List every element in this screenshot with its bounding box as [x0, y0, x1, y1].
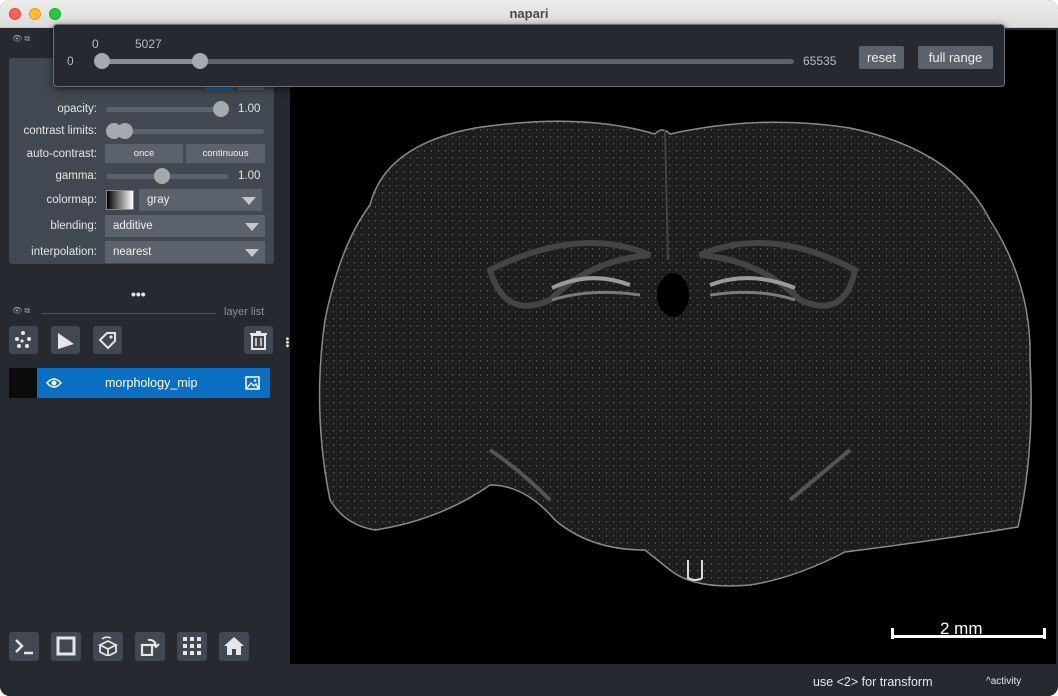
- opacity-slider-handle[interactable]: [213, 101, 229, 117]
- divider: [42, 313, 216, 314]
- range-high-value: 5027: [135, 37, 162, 51]
- points-icon: [15, 331, 31, 348]
- gamma-slider-handle[interactable]: [154, 168, 170, 184]
- image-canvas[interactable]: 2 mm: [290, 30, 1056, 664]
- opacity-label: opacity:: [57, 103, 97, 115]
- new-labels-layer-button[interactable]: [93, 326, 122, 354]
- layer-thumbnail: [9, 368, 37, 398]
- scale-bar-label: 2 mm: [940, 619, 983, 638]
- range-low-value: 0: [92, 37, 99, 51]
- interpolation-value: nearest: [113, 246, 152, 258]
- layer-list-title: layer list: [224, 306, 265, 318]
- new-shapes-layer-button[interactable]: [51, 326, 80, 354]
- auto-contrast-once-button[interactable]: once: [105, 144, 183, 163]
- colormap-label: colormap:: [46, 194, 98, 206]
- contrast-limits-label: contrast limits:: [23, 125, 98, 137]
- activity-button[interactable]: ^activity: [986, 676, 1021, 687]
- tag-icon: [98, 332, 116, 350]
- trash-icon: [250, 331, 267, 350]
- toggle-ndisplay-button[interactable]: [51, 632, 81, 661]
- home-icon: [224, 637, 244, 655]
- left-dock-panel: 👁 ⧉ opacity: 1.00 contrast limits: auto-…: [0, 28, 290, 668]
- blending-select[interactable]: additive: [105, 215, 265, 237]
- delete-layer-button[interactable]: [244, 326, 273, 354]
- splitter-handle-icon[interactable]: •••: [131, 286, 146, 302]
- window-title: napari: [509, 6, 549, 21]
- layer-list-float-icons[interactable]: 👁 ⧉: [12, 306, 30, 316]
- interpolation-label: interpolation:: [31, 246, 97, 258]
- status-message: use <2> for transform: [813, 675, 933, 689]
- chevron-down-icon: [242, 197, 256, 205]
- new-points-layer-button[interactable]: [9, 326, 38, 354]
- range-min-label: 0: [67, 54, 74, 68]
- contrast-range-popup: 0 0 5027 65535 reset full range: [53, 24, 1005, 87]
- scale-bar-tick-left: [891, 628, 894, 639]
- transpose-icon: [140, 638, 160, 656]
- contrast-range-fill: [102, 59, 200, 64]
- console-button[interactable]: [9, 632, 39, 661]
- cube-rotate-icon: [98, 636, 118, 656]
- reset-button[interactable]: reset: [859, 46, 904, 69]
- full-range-button[interactable]: full range: [918, 46, 993, 69]
- colormap-value: gray: [147, 194, 170, 206]
- colormap-select[interactable]: gray: [139, 189, 262, 211]
- blending-value: additive: [113, 220, 153, 232]
- auto-contrast-continuous-button[interactable]: continuous: [186, 144, 265, 163]
- opacity-value: 1.00: [238, 103, 261, 115]
- image-icon: [245, 376, 260, 390]
- reset-view-button[interactable]: [219, 632, 249, 661]
- range-max-label: 65535: [803, 54, 837, 68]
- grid-icon: [183, 637, 201, 655]
- grid-mode-button[interactable]: [177, 632, 207, 661]
- napari-window: napari 👁 ⧉ opacity: 1.00 contrast limits…: [0, 0, 1058, 696]
- brain-section-image: [318, 120, 1032, 587]
- opacity-slider[interactable]: [106, 107, 228, 112]
- range-high-handle[interactable]: [191, 53, 208, 69]
- activity-label: activity: [990, 676, 1022, 687]
- shapes-icon: [58, 333, 74, 349]
- gamma-label: gamma:: [55, 170, 97, 182]
- roll-dimensions-button[interactable]: [93, 632, 123, 661]
- chevron-down-icon: [245, 223, 259, 231]
- scale-bar-tick-right: [1043, 628, 1046, 639]
- transpose-dimensions-button[interactable]: [135, 632, 165, 661]
- terminal-icon: [15, 639, 33, 655]
- interpolation-select[interactable]: nearest: [105, 241, 265, 263]
- eye-icon[interactable]: [46, 376, 62, 390]
- contrast-high-handle[interactable]: [117, 123, 133, 139]
- status-bar: use <2> for transform ^activity: [0, 668, 1058, 696]
- auto-contrast-label: auto-contrast:: [26, 148, 97, 160]
- layer-name: morphology_mip: [105, 376, 198, 390]
- dock-float-icons[interactable]: 👁 ⧉: [12, 34, 30, 44]
- colormap-swatch: [106, 190, 134, 210]
- square-icon: [56, 636, 76, 656]
- range-low-handle[interactable]: [94, 53, 110, 69]
- gamma-value: 1.00: [238, 170, 261, 182]
- chevron-down-icon: [245, 249, 259, 257]
- layer-item-morphology-mip[interactable]: morphology_mip: [9, 368, 270, 398]
- blending-label: blending:: [50, 220, 97, 232]
